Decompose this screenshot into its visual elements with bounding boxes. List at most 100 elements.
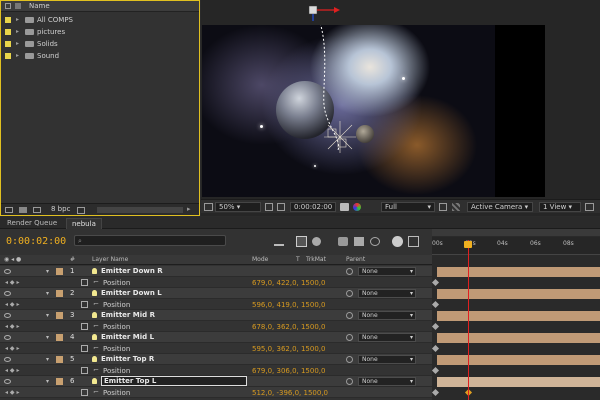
trash-icon[interactable] — [77, 207, 85, 214]
eye-icon[interactable] — [4, 313, 11, 318]
property-row[interactable]: ◂ ◆ ▸ ⌐ Position 679,0, 422,0, 1500,0 — [0, 277, 432, 288]
resolution-dropdown[interactable]: Full ▾ — [381, 202, 435, 212]
playhead-line[interactable] — [468, 240, 469, 400]
toggle-pixel-aspect-icon[interactable] — [585, 203, 594, 211]
graph-icon[interactable]: ⌐ — [93, 278, 99, 286]
color-channel-icon[interactable] — [353, 203, 361, 211]
graph-icon[interactable]: ⌐ — [93, 322, 99, 330]
stopwatch-icon[interactable] — [81, 389, 88, 396]
property-row[interactable]: ◂ ◆ ▸ ⌐ Position 678,0, 362,0, 1500,0 — [0, 321, 432, 332]
motion-path-overlay[interactable] — [202, 25, 495, 197]
keyframe-navigator[interactable]: ◂ ◆ ▸ — [5, 323, 19, 330]
column-trkmat[interactable]: TrkMat — [306, 256, 326, 263]
camera-dropdown[interactable]: Active Camera ▾ — [467, 202, 533, 212]
av-switches-icon[interactable]: ◉ ◂ ● — [4, 256, 21, 263]
layer-duration-bar[interactable] — [437, 377, 600, 387]
composition-canvas[interactable] — [202, 25, 495, 197]
pick-whip-icon[interactable] — [346, 378, 353, 385]
eye-icon[interactable] — [4, 379, 11, 384]
keyframe-navigator[interactable]: ◂ ◆ ▸ — [5, 279, 19, 286]
horizontal-scrollbar[interactable] — [97, 207, 183, 213]
viewer-timecode[interactable]: 0:00:02:00 — [290, 202, 336, 212]
parent-dropdown[interactable]: None ▾ — [358, 289, 416, 298]
column-parent[interactable]: Parent — [346, 256, 365, 263]
layer-duration-bar[interactable] — [437, 311, 600, 321]
mask-visibility-icon[interactable] — [277, 203, 285, 211]
draft-3d-icon[interactable] — [312, 237, 321, 246]
view-layout-dropdown[interactable]: 1 View ▾ — [539, 202, 581, 212]
layer-duration-bar[interactable] — [437, 333, 600, 343]
property-value[interactable]: 595,0, 362,0, 1500,0 — [252, 345, 325, 353]
tab-render-queue[interactable]: Render Queue — [2, 218, 62, 229]
pick-whip-icon[interactable] — [346, 268, 353, 275]
layer-row[interactable]: ▾ 2 Emitter Down L None ▾ — [0, 288, 432, 299]
project-item-solids[interactable]: ▸ Solids — [1, 38, 199, 50]
position-handle[interactable] — [300, 2, 350, 22]
chevron-down-icon[interactable]: ▾ — [46, 268, 49, 275]
stopwatch-icon[interactable] — [81, 301, 88, 308]
stopwatch-icon[interactable] — [81, 345, 88, 352]
column-layer-name[interactable]: Layer Name — [92, 256, 128, 263]
chevron-right-icon[interactable]: ▸ — [16, 52, 19, 59]
transparency-grid-icon[interactable] — [452, 203, 460, 211]
property-value[interactable]: 596,0, 419,0, 1500,0 — [252, 301, 325, 309]
chevron-down-icon[interactable]: ▾ — [46, 290, 49, 297]
bit-depth-button[interactable]: 8 bpc — [51, 205, 70, 213]
scroll-right-icon[interactable]: ▸ — [187, 205, 191, 213]
region-of-interest-icon[interactable] — [439, 203, 447, 211]
brainstorm-icon[interactable] — [392, 236, 403, 247]
pick-whip-icon[interactable] — [346, 290, 353, 297]
eye-icon[interactable] — [4, 357, 11, 362]
keyframe-navigator[interactable]: ◂ ◆ ▸ — [5, 367, 19, 374]
chevron-right-icon[interactable]: ▸ — [16, 16, 19, 23]
layer-duration-bar[interactable] — [437, 289, 600, 299]
stopwatch-icon[interactable] — [81, 323, 88, 330]
current-time-indicator[interactable] — [464, 241, 472, 248]
new-composition-icon[interactable] — [33, 207, 41, 213]
layer-name[interactable]: Emitter Mid R — [101, 311, 155, 319]
keyframe-navigator[interactable]: ◂ ◆ ▸ — [5, 301, 19, 308]
chevron-right-icon[interactable]: ▸ — [16, 28, 19, 35]
label-color-icon[interactable] — [56, 356, 63, 363]
motion-blur-icon[interactable] — [370, 237, 380, 246]
column-mode[interactable]: Mode — [252, 256, 268, 263]
stopwatch-icon[interactable] — [81, 279, 88, 286]
property-value[interactable]: 679,0, 422,0, 1500,0 — [252, 279, 325, 287]
property-value[interactable]: 679,0, 306,0, 1500,0 — [252, 367, 325, 375]
always-preview-icon[interactable] — [204, 203, 213, 211]
label-color-icon[interactable] — [56, 268, 63, 275]
label-color-icon[interactable] — [56, 290, 63, 297]
column-t[interactable]: T — [296, 256, 300, 263]
project-item-pictures[interactable]: ▸ pictures — [1, 26, 199, 38]
chevron-down-icon[interactable]: ▾ — [46, 378, 49, 385]
parent-dropdown[interactable]: None ▾ — [358, 333, 416, 342]
pick-whip-icon[interactable] — [346, 334, 353, 341]
property-row[interactable]: ◂ ◆ ▸ ⌐ Position 595,0, 362,0, 1500,0 — [0, 343, 432, 354]
pick-whip-icon[interactable] — [346, 356, 353, 363]
layer-search-input[interactable]: ⌕ — [74, 235, 226, 246]
parent-dropdown[interactable]: None ▾ — [358, 267, 416, 276]
eye-icon[interactable] — [4, 291, 11, 296]
layer-row[interactable]: ▾ 4 Emitter Mid L None ▾ — [0, 332, 432, 343]
property-row[interactable]: ◂ ◆ ▸ ⌐ Position 512,0, -396,0, 1500,0 — [0, 387, 432, 398]
chevron-down-icon[interactable]: ▾ — [46, 312, 49, 319]
layer-name[interactable]: Emitter Down R — [101, 267, 163, 275]
label-column-icon[interactable] — [5, 3, 11, 9]
keyframe-navigator[interactable]: ◂ ◆ ▸ — [5, 389, 19, 396]
parent-dropdown[interactable]: None ▾ — [358, 311, 416, 320]
layer-name[interactable]: Emitter Mid L — [101, 333, 154, 341]
safe-margins-icon[interactable] — [265, 203, 273, 211]
graph-icon[interactable]: ⌐ — [93, 344, 99, 352]
chevron-down-icon[interactable]: ▾ — [46, 356, 49, 363]
property-value[interactable]: 512,0, -396,0, 1500,0 — [252, 389, 328, 397]
type-column-icon[interactable] — [15, 3, 21, 9]
eye-icon[interactable] — [4, 335, 11, 340]
camera-icon[interactable] — [340, 203, 349, 211]
time-ruler[interactable] — [432, 237, 600, 255]
graph-icon[interactable]: ⌐ — [93, 388, 99, 396]
layer-duration-bar[interactable] — [437, 267, 600, 277]
column-num[interactable]: # — [70, 256, 75, 263]
tab-nebula[interactable]: nebula — [66, 218, 102, 229]
frame-blending-icon[interactable] — [354, 237, 364, 246]
project-item-sound[interactable]: ▸ Sound — [1, 50, 199, 62]
